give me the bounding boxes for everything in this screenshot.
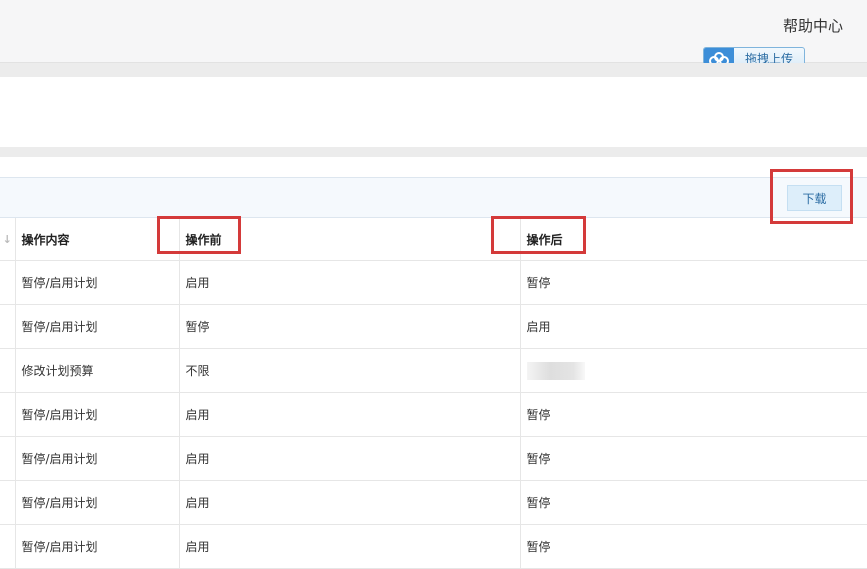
row-spacer xyxy=(0,304,16,349)
cell-after: 启用 xyxy=(520,304,867,349)
highlight-box-before xyxy=(157,216,241,254)
row-spacer xyxy=(0,480,16,525)
table-row: 暂停/启用计划 启用 暂停 xyxy=(0,436,867,481)
table-row: 暂停/启用计划 启用 暂停 xyxy=(0,392,867,437)
cell-before: 不限 xyxy=(179,348,521,393)
cell-before: 启用 xyxy=(179,260,521,305)
spacer xyxy=(0,157,867,177)
content-area xyxy=(0,77,867,147)
cell-content: 暂停/启用计划 xyxy=(15,436,180,481)
sort-arrow-icon[interactable]: ↓ xyxy=(3,233,12,246)
divider-band xyxy=(0,63,867,77)
cell-before: 启用 xyxy=(179,436,521,481)
cell-before: 暂停 xyxy=(179,304,521,349)
cell-before: 启用 xyxy=(179,480,521,525)
help-center-link[interactable]: 帮助中心 xyxy=(783,15,843,36)
row-spacer xyxy=(0,436,16,481)
cell-after-blurred xyxy=(520,348,867,393)
cell-content: 暂停/启用计划 xyxy=(15,524,180,569)
cell-content: 修改计划预算 xyxy=(15,348,180,393)
cell-after: 暂停 xyxy=(520,260,867,305)
table-row: 暂停/启用计划 启用 暂停 xyxy=(0,524,867,569)
divider-band xyxy=(0,147,867,157)
table-toolbar xyxy=(0,177,867,218)
table-row: 暂停/启用计划 启用 暂停 xyxy=(0,480,867,525)
blurred-value xyxy=(526,361,585,380)
cell-content: 暂停/启用计划 xyxy=(15,480,180,525)
row-spacer xyxy=(0,260,16,305)
cell-before: 启用 xyxy=(179,524,521,569)
highlight-box-download xyxy=(770,169,853,224)
operation-log-table: ↓ 操作内容 操作前 操作后 暂停/启用计划 启用 暂停 暂停/启用计划 暂停 … xyxy=(0,218,867,569)
column-header-label: 操作内容 xyxy=(21,232,70,247)
cell-after: 暂停 xyxy=(520,480,867,525)
cell-after: 暂停 xyxy=(520,436,867,481)
cell-after: 暂停 xyxy=(520,392,867,437)
column-header-content[interactable]: 操作内容 xyxy=(15,218,180,261)
row-spacer xyxy=(0,348,16,393)
highlight-box-after xyxy=(491,216,586,254)
table-row: 暂停/启用计划 启用 暂停 xyxy=(0,260,867,305)
table-header-row: ↓ 操作内容 操作前 操作后 xyxy=(0,218,867,261)
row-spacer xyxy=(0,524,16,569)
row-spacer xyxy=(0,392,16,437)
column-header-spacer: ↓ xyxy=(0,218,16,261)
cell-content: 暂停/启用计划 xyxy=(15,304,180,349)
cell-after: 暂停 xyxy=(520,524,867,569)
cell-content: 暂停/启用计划 xyxy=(15,260,180,305)
cell-content: 暂停/启用计划 xyxy=(15,392,180,437)
table-row: 修改计划预算 不限 xyxy=(0,348,867,393)
cell-before: 启用 xyxy=(179,392,521,437)
table-row: 暂停/启用计划 暂停 启用 xyxy=(0,304,867,349)
